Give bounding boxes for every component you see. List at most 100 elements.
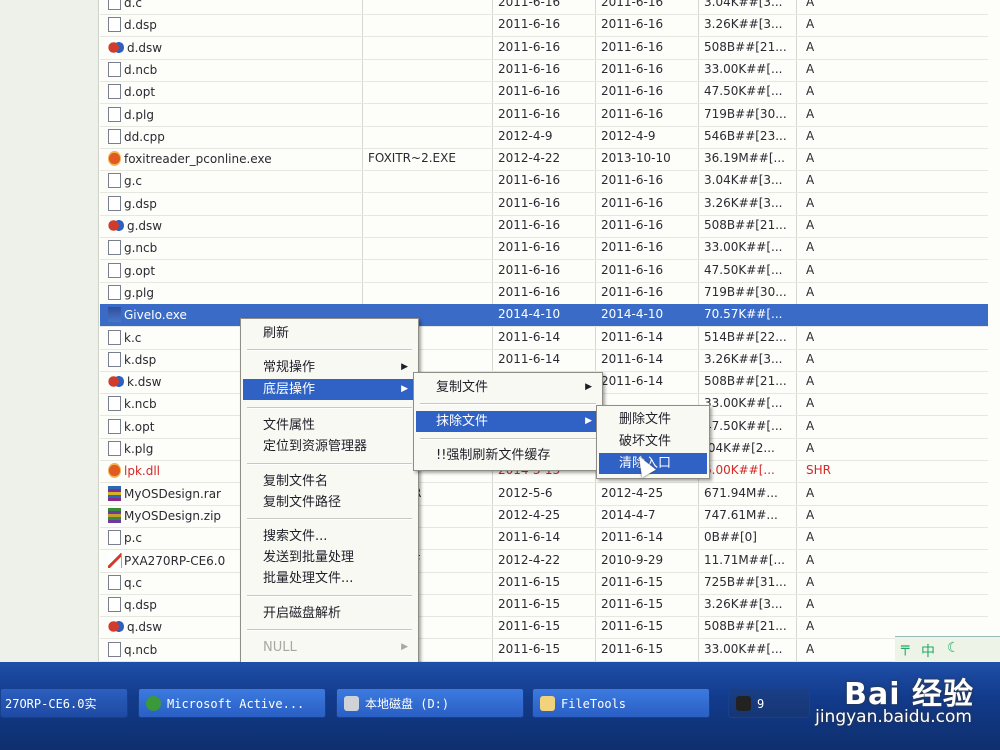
file-row[interactable]: g.dsw 2011-6-16 2011-6-16 508B##[21... A [100,215,988,238]
file-row[interactable]: g.dsp 2011-6-16 2011-6-16 3.26K##[3... A [100,193,988,216]
size-cell: 11.71M##[... [704,553,796,567]
menu-item-destroy-file[interactable]: 破坏文件 [599,431,707,452]
file-row[interactable]: d.opt 2011-6-16 2011-6-16 47.50K##[... A [100,81,988,104]
created-date-cell: 2011-6-16 [498,285,596,299]
size-cell-text: 671.94M#... [704,486,778,500]
created-date-cell-text: 2011-6-16 [498,173,561,187]
file-row[interactable]: dd.cpp 2012-4-9 2012-4-9 546B##[23... A [100,126,988,149]
created-date-cell: 2011-6-16 [498,240,596,254]
menu-item-batch-process[interactable]: 批量处理文件... [243,568,416,589]
file-icon [108,107,121,122]
file-name-cell-text: g.dsp [124,197,157,211]
size-cell-text: 725B##[31... [704,575,787,589]
menu-item-copy-filepath[interactable]: 复制文件路径 [243,492,416,513]
modified-date-cell-text: 2012-4-25 [601,486,664,500]
menu-item-disk-parse[interactable]: 开启磁盘解析 [243,603,416,624]
size-cell-text: 36.19M##[... [704,151,785,165]
menu-item-label: NULL [263,640,297,655]
file-row[interactable]: d.plg 2011-6-16 2011-6-16 719B##[30... A [100,104,988,127]
attributes-cell: A [806,508,866,522]
attributes-cell-text: A [806,553,815,567]
size-cell: 47.50K##[... [704,84,796,98]
created-date-cell-text: 2014-4-10 [498,307,561,321]
attributes-cell: A [806,352,866,366]
menu-item-erase-file[interactable]: 抹除文件 ▶ [416,411,600,432]
workspace-icon [108,374,124,389]
attributes-cell-text: A [806,374,815,388]
size-cell: 3.26K##[3... [704,17,796,31]
menu-item-label: 底层操作 [263,382,316,397]
file-row[interactable]: q.dsp 2011-6-15 2011-6-15 3.26K##[3... A [100,594,988,617]
ime-indicator[interactable]: 中 [921,641,935,661]
modified-date-cell: 2011-6-14 [601,330,699,344]
menu-item-general-ops[interactable]: 常规操作 ▶ [243,357,416,378]
file-row[interactable]: foxitreader_pconline.exe FOXITR~2.EXE 2012… [100,148,988,171]
submenu-arrow-icon: ▶ [401,384,408,394]
created-date-cell: 2011-6-16 [498,218,596,232]
file-icon [108,530,121,545]
size-cell-text: 719B##[30... [704,107,787,121]
attributes-cell: A [806,396,866,410]
submenu-lowlevel: 复制文件 ▶ 抹除文件 ▶ !!强制刷新文件缓存 [413,372,603,471]
modified-date-cell-text: 2011-6-14 [601,330,664,344]
size-cell-text: 33.00K##[... [704,396,783,410]
file-row[interactable]: q.c 2011-6-15 2011-6-15 725B##[31... A [100,572,988,595]
menu-item-search-files[interactable]: 搜索文件... [243,526,416,547]
file-name-cell-text: g.ncb [124,241,158,255]
attributes-cell-text: A [806,441,815,455]
taskbar-item-microsoft-active[interactable]: Microsoft Active... [138,688,326,718]
taskbar-item-local-disk[interactable]: 本地磁盘 (D:) [336,688,524,718]
taskbar-item-filetools[interactable]: FileTools [532,688,710,718]
modified-date-cell: 2011-6-16 [601,173,699,187]
size-cell: 0B##[0] [704,530,796,544]
created-date-cell: 2011-6-16 [498,0,596,9]
file-row[interactable]: d.c 2011-6-16 2011-6-16 3.04K##[3... A [100,0,988,15]
attributes-cell-text: A [806,508,815,522]
attributes-cell-text: A [806,330,815,344]
file-row[interactable]: PXA270RP-CE6.03~1.PDF2012-4-222010-9-291… [100,550,988,573]
file-row[interactable]: d.dsw 2011-6-16 2011-6-16 508B##[21... A [100,37,988,60]
menu-item-copy-filename[interactable]: 复制文件名 [243,471,416,492]
attributes-cell-text: A [806,107,815,121]
file-row[interactable]: MyOSDesign.rarE~1.RAR2012-5-62012-4-2567… [100,483,988,506]
modified-date-cell-text: 2014-4-10 [601,307,664,321]
size-cell-text: 3.04K##[3... [704,0,783,9]
zip-icon [108,508,121,523]
size-cell-text: 3.04K##[3... [704,173,783,187]
menu-item-force-refresh-cache[interactable]: !!强制刷新文件缓存 [416,445,600,466]
file-row[interactable]: k.dsp 2011-6-14 2011-6-14 3.26K##[3... A [100,349,988,372]
file-row[interactable]: q.dsw 2011-6-15 2011-6-15 508B##[21... A [100,616,988,639]
created-date-cell-text: 2011-6-14 [498,530,561,544]
file-row[interactable]: k.c 2011-6-14 2011-6-14 514B##[22... A [100,327,988,350]
taskbar-item-ce6-project[interactable]: 27ORP-CE6.0实 [0,688,128,718]
file-row[interactable]: p.c 2011-6-14 2011-6-14 0B##[0] A [100,527,988,550]
created-date-cell-text: 2012-4-25 [498,508,561,522]
file-row[interactable]: g.c 2011-6-16 2011-6-16 3.04K##[3... A [100,170,988,193]
modified-date-cell-text: 2011-6-16 [601,84,664,98]
created-date-cell-text: 2012-5-6 [498,486,553,500]
file-row[interactable]: g.plg 2011-6-16 2011-6-16 719B##[30... A [100,282,988,305]
file-row[interactable]: MyOSDesign.zipE~1.ZIP2012-4-252014-4-774… [100,505,988,528]
menu-item-file-properties[interactable]: 文件属性 [243,415,416,436]
modified-date-cell: 2011-6-16 [601,263,699,277]
file-name-cell-text: g.plg [124,286,154,300]
menu-item-send-to-batch[interactable]: 发送到批量处理 [243,547,416,568]
created-date-cell: 2011-6-14 [498,352,596,366]
folder-tree-pane[interactable] [0,0,99,662]
file-row[interactable]: g.ncb 2011-6-16 2011-6-16 33.00K##[... A [100,237,988,260]
menu-item-lowlevel-ops[interactable]: 底层操作 ▶ [243,379,416,400]
file-row[interactable]: g.opt 2011-6-16 2011-6-16 47.50K##[... A [100,260,988,283]
menu-item-delete-file[interactable]: 删除文件 [599,409,707,430]
menu-item-copy-file[interactable]: 复制文件 ▶ [416,377,600,398]
menu-item-refresh[interactable]: 刷新 [243,323,416,344]
file-icon [108,330,121,345]
file-row[interactable]: GiveIo.exe 2014-4-10 2014-4-10 70.57K##[... [100,304,988,327]
file-row[interactable]: d.ncb 2011-6-16 2011-6-16 33.00K##[... A [100,59,988,82]
created-date-cell-text: 2011-6-15 [498,619,561,633]
file-row[interactable]: d.dsp 2011-6-16 2011-6-16 3.26K##[3... A [100,14,988,37]
app-icon [146,696,161,711]
file-row[interactable]: q.ncb 2011-6-15 2011-6-15 33.00K##[... A [100,639,988,662]
file-name-cell: d.plg [108,107,358,122]
menu-item-locate-in-explorer[interactable]: 定位到资源管理器 [243,436,416,457]
file-name-cell: d.c [108,0,358,10]
